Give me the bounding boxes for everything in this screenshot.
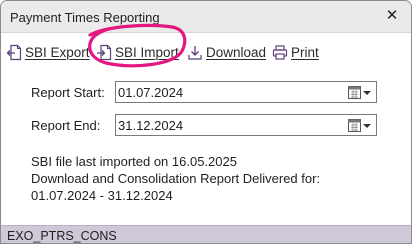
sbi-import-button[interactable]: SBI Import — [96, 41, 179, 63]
delivered-period-text: 01.07.2024 - 31.12.2024 — [31, 188, 173, 203]
window-title: Payment Times Reporting — [10, 10, 160, 25]
sbi-import-label: SBI Import — [115, 44, 179, 60]
toolbar: SBI Export SBI Import Download Print — [1, 34, 411, 68]
report-end-calendar-dropdown[interactable] — [348, 118, 372, 133]
close-button[interactable]: ✕ — [383, 7, 401, 25]
import-info: SBI file last imported on 16.05.2025 Dow… — [31, 153, 320, 204]
chevron-down-icon — [363, 90, 371, 95]
report-end-date-field[interactable] — [115, 114, 377, 136]
report-start-label: Report Start: — [31, 84, 105, 100]
status-bar-text: EXO_PTRS_CONS — [7, 229, 117, 243]
report-start-row: Report Start: — [31, 81, 377, 103]
report-end-row: Report End: — [31, 114, 377, 136]
chevron-down-icon — [363, 123, 371, 128]
calendar-icon — [348, 86, 361, 99]
status-bar: EXO_PTRS_CONS — [1, 225, 411, 243]
printer-icon — [272, 44, 288, 60]
report-start-date-field[interactable] — [115, 81, 377, 103]
last-imported-text: SBI file last imported on 16.05.2025 — [31, 154, 237, 169]
export-document-icon — [6, 44, 22, 60]
download-label: Download — [206, 44, 267, 60]
print-label: Print — [291, 44, 319, 60]
sbi-export-button[interactable]: SBI Export — [6, 41, 90, 63]
download-button[interactable]: Download — [187, 41, 266, 63]
import-document-icon — [97, 44, 112, 60]
delivered-text: Download and Consolidation Report Delive… — [31, 171, 321, 186]
print-button[interactable]: Print — [272, 41, 319, 63]
download-icon — [188, 45, 202, 60]
title-bar: Payment Times Reporting ✕ — [1, 1, 411, 33]
report-end-input[interactable] — [116, 116, 336, 134]
report-start-calendar-dropdown[interactable] — [348, 85, 372, 100]
sbi-export-label: SBI Export — [25, 44, 90, 60]
payment-times-window: Payment Times Reporting ✕ SBI Export SBI… — [0, 0, 412, 244]
report-end-label: Report End: — [31, 117, 101, 133]
calendar-icon — [348, 119, 361, 132]
report-start-input[interactable] — [116, 83, 336, 101]
